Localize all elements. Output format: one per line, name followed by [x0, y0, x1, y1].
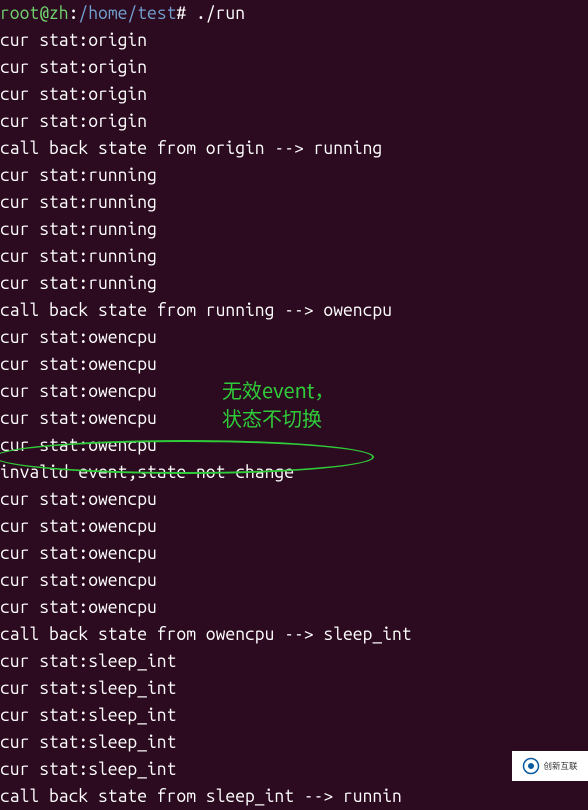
output-line: cur stat:sleep_int	[0, 648, 588, 675]
output-line: call back state from owencpu --> sleep_i…	[0, 621, 588, 648]
output-line: call back state from running --> owencpu	[0, 297, 588, 324]
output-line: cur stat:sleep_int	[0, 675, 588, 702]
output-line: cur stat:owencpu	[0, 486, 588, 513]
output-line: cur stat:owencpu	[0, 432, 588, 459]
output-line: cur stat:running	[0, 270, 588, 297]
prompt-command: ./run	[186, 4, 245, 23]
output-line: cur stat:origin	[0, 54, 588, 81]
output-line: call back state from origin --> running	[0, 135, 588, 162]
output-line: cur stat:origin	[0, 108, 588, 135]
output-line: cur stat:owencpu	[0, 540, 588, 567]
prompt-user-host: root@zh	[0, 4, 69, 23]
output-line: cur stat:running	[0, 216, 588, 243]
watermark-logo-icon	[522, 757, 540, 775]
output-line: cur stat:sleep_int	[0, 702, 588, 729]
output-line: cur stat:owencpu	[0, 594, 588, 621]
output-line: call back state from sleep_int --> runni…	[0, 783, 588, 810]
prompt-line: root@zh:/home/test# ./run	[0, 0, 588, 27]
output-line: cur stat:sleep_int	[0, 756, 588, 783]
output-line: cur stat:running	[0, 243, 588, 270]
prompt-sep1: :	[69, 4, 79, 23]
output-line: cur stat:owencpu	[0, 567, 588, 594]
output-line: cur stat:owencpu	[0, 405, 588, 432]
output-line-highlighted: invalid event,state not change	[0, 459, 588, 486]
output-line: cur stat:owencpu	[0, 513, 588, 540]
output-line: cur stat:owencpu	[0, 324, 588, 351]
prompt-sep2: #	[176, 4, 186, 23]
prompt-path: /home/test	[78, 4, 176, 23]
terminal-output: root@zh:/home/test# ./run cur stat:origi…	[0, 0, 588, 810]
watermark-text: 创新互联	[543, 761, 577, 771]
output-line: cur stat:origin	[0, 27, 588, 54]
output-line: cur stat:running	[0, 162, 588, 189]
output-line: cur stat:running	[0, 189, 588, 216]
watermark-badge: 创新互联	[512, 751, 588, 781]
output-line: cur stat:sleep_int	[0, 729, 588, 756]
output-line: cur stat:origin	[0, 81, 588, 108]
output-line: cur stat:owencpu	[0, 351, 588, 378]
output-line: cur stat:owencpu	[0, 378, 588, 405]
